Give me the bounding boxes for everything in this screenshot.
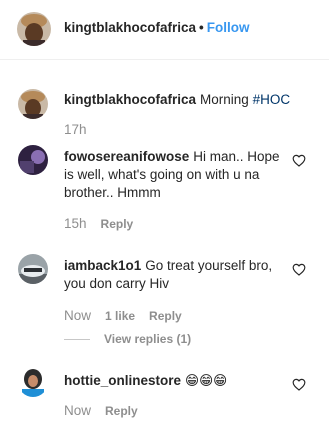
view-replies-label: View replies (1) (104, 332, 192, 346)
like-heart-icon[interactable] (292, 154, 306, 167)
commenter-avatar[interactable] (18, 254, 48, 284)
caption-meta: 17h (64, 122, 87, 137)
caption-text: Morning (200, 92, 253, 107)
reply-button[interactable]: Reply (149, 309, 182, 323)
author-avatar[interactable] (17, 12, 51, 46)
reply-button[interactable]: Reply (105, 404, 138, 418)
comment-text-block: hottie_onlinestore 😁😁😁 (64, 372, 292, 390)
comment-username[interactable]: fowosereanifowose (64, 149, 189, 164)
like-heart-icon[interactable] (292, 263, 306, 276)
comment-time[interactable]: 15h (64, 216, 87, 231)
comment-username[interactable]: hottie_onlinestore (64, 373, 181, 388)
caption-hashtag[interactable]: #HOC (253, 92, 291, 107)
comment-time[interactable]: Now (64, 308, 91, 323)
comment-text-block: fowosereanifowose Hi man.. Hope is well, … (64, 148, 292, 202)
header-user-line: kingtblakhocofafrica • Follow (64, 20, 250, 35)
comment-username[interactable]: iamback1o1 (64, 258, 141, 273)
follow-button[interactable]: Follow (207, 20, 250, 35)
caption-avatar[interactable] (18, 89, 48, 119)
comment-meta: Now Reply (64, 403, 138, 418)
likes-count[interactable]: 1 like (105, 309, 135, 323)
like-heart-icon[interactable] (292, 378, 306, 391)
separator-dot: • (199, 20, 204, 35)
commenter-avatar[interactable] (18, 145, 48, 175)
comment-meta: 15h Reply (64, 216, 133, 231)
reply-button[interactable]: Reply (101, 217, 134, 231)
author-username[interactable]: kingtblakhocofafrica (64, 20, 196, 35)
caption-username[interactable]: kingtblakhocofafrica (64, 92, 196, 107)
comment-time[interactable]: Now (64, 403, 91, 418)
caption-text-block: kingtblakhocofafrica Morning #HOC (64, 91, 292, 109)
caption-time[interactable]: 17h (64, 122, 87, 137)
comment-text-block: iamback1o1 Go treat yourself bro, you don… (64, 257, 292, 293)
replies-divider (64, 339, 90, 341)
view-replies-button[interactable]: View replies (1) (64, 332, 191, 346)
comment-text: 😁😁😁 (185, 373, 228, 388)
post-header: kingtblakhocofafrica • Follow (0, 0, 329, 60)
comment-meta: Now 1 like Reply (64, 308, 182, 323)
commenter-avatar[interactable] (18, 367, 48, 397)
